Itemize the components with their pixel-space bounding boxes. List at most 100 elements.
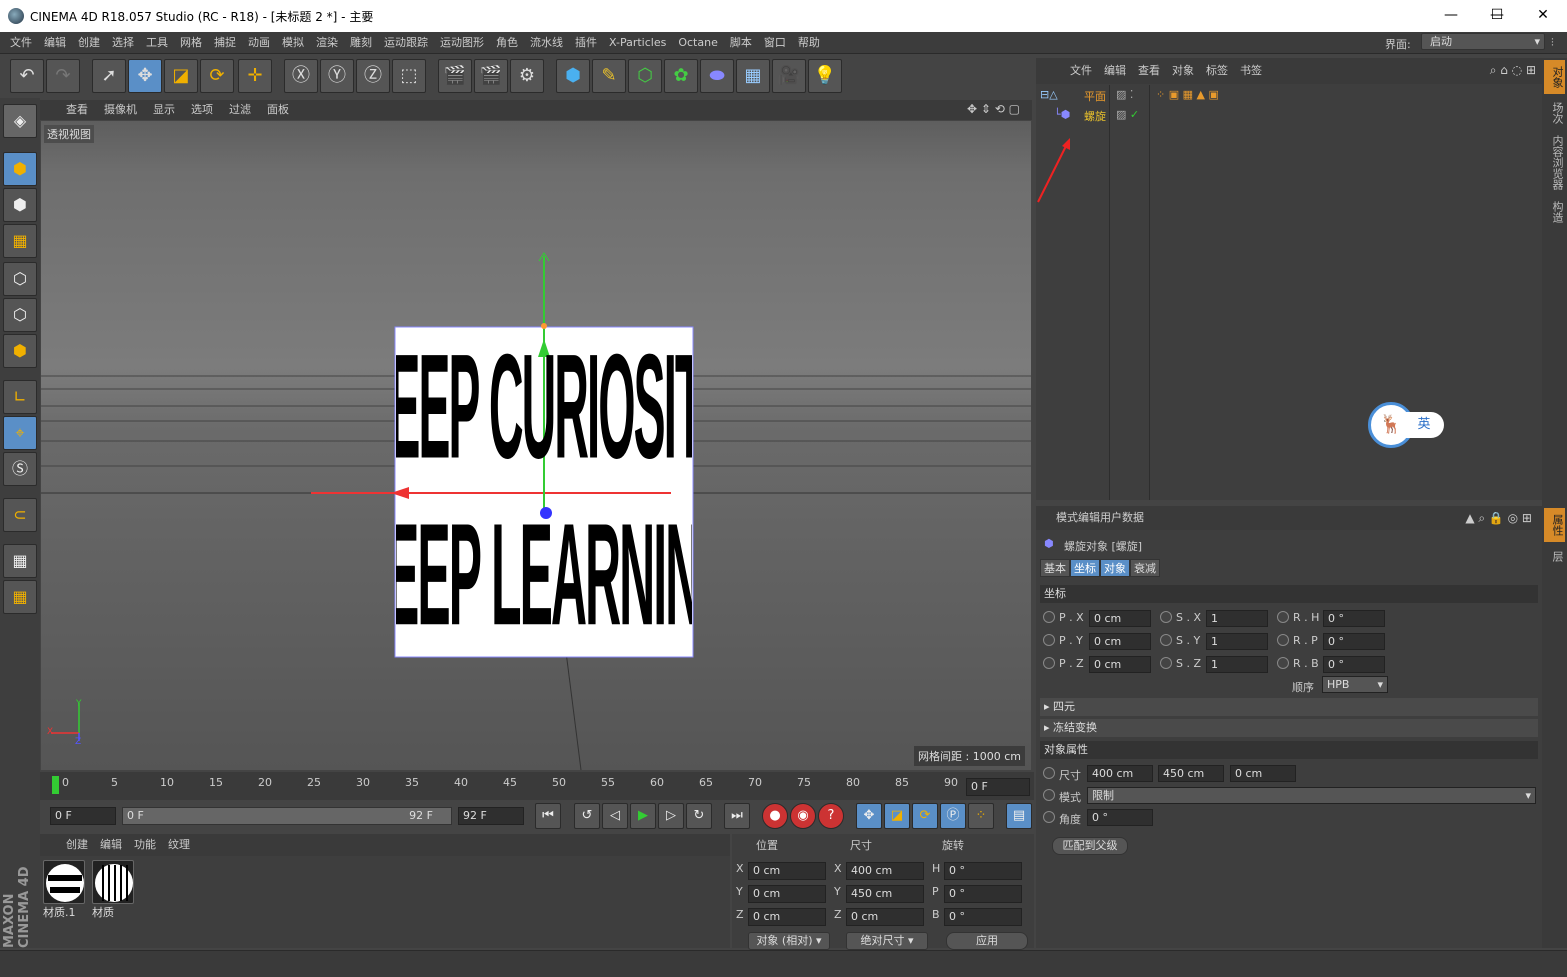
tab-coordinates[interactable]: 坐标 xyxy=(1070,559,1100,577)
tab-structure-vertical[interactable]: 构造 xyxy=(1544,196,1565,228)
r-field-0[interactable]: 0 ° xyxy=(1323,610,1385,627)
locked-workplane-icon[interactable]: ▦ xyxy=(3,544,37,578)
record-scale-icon[interactable]: ◪ xyxy=(884,803,910,829)
axis-mode-icon[interactable]: ∟ xyxy=(3,380,37,414)
z-axis-lock-icon[interactable]: Ⓩ xyxy=(356,59,390,93)
pos-field-0[interactable]: 0 cm xyxy=(748,862,826,880)
camera-icon[interactable]: 🎥 xyxy=(772,59,806,93)
scale-tool-icon[interactable]: ◪ xyxy=(164,59,198,93)
menu-item-16[interactable]: X-Particles xyxy=(603,32,672,54)
attribute-menu-item-1[interactable]: 编辑 xyxy=(1078,511,1100,524)
tab-basic[interactable]: 基本 xyxy=(1040,559,1070,577)
object-row-plane[interactable]: ⊟△ 平面 ▨ ⁚ ⁘ ▣ ▦ ▲ ▣ xyxy=(1040,88,1540,106)
tab-attributes-vertical[interactable]: 属性 xyxy=(1544,508,1565,542)
material-slot-2[interactable]: 材质 xyxy=(92,860,134,920)
tab-objects-vertical[interactable]: 对象 xyxy=(1544,60,1565,94)
s-field-1[interactable]: 1 xyxy=(1206,633,1268,650)
auto-keying-icon[interactable]: ◉ xyxy=(790,803,816,829)
object-menu-item-2[interactable]: 查看 xyxy=(1132,58,1166,84)
p-field-2[interactable]: 0 cm xyxy=(1089,656,1151,673)
start-frame-field[interactable]: 0 F xyxy=(50,807,116,825)
pos-field-1[interactable]: 0 cm xyxy=(748,885,826,903)
object-menu-item-3[interactable]: 对象 xyxy=(1166,58,1200,84)
s-radio-2[interactable] xyxy=(1160,657,1172,669)
attribute-menu-item-2[interactable]: 用户数据 xyxy=(1100,511,1144,524)
r-radio-2[interactable] xyxy=(1277,657,1289,669)
size-field-1[interactable]: 450 cm xyxy=(846,885,924,903)
record-point-level-icon[interactable]: ⁘ xyxy=(968,803,994,829)
attribute-tool-icons[interactable]: ▲ ⌕ 🔒 ◎ ⊞ xyxy=(1465,511,1532,526)
object-row-helix[interactable]: └⬢ 螺旋 ▨ ✓ xyxy=(1040,108,1540,126)
tab-content-browser-vertical[interactable]: 内容浏览器 xyxy=(1544,132,1565,192)
p-radio-0[interactable] xyxy=(1043,611,1055,623)
object-menu-item-5[interactable]: 书签 xyxy=(1234,58,1268,84)
menu-item-11[interactable]: 运动跟踪 xyxy=(378,32,434,54)
menu-item-14[interactable]: 流水线 xyxy=(524,32,569,54)
x-axis-lock-icon[interactable]: Ⓧ xyxy=(284,59,318,93)
menu-item-0[interactable]: 文件 xyxy=(4,32,38,54)
freeze-transform-section[interactable]: ▸ 冻结变换 xyxy=(1040,719,1538,737)
fit-to-parent-button[interactable]: 匹配到父级 xyxy=(1052,837,1128,855)
p-radio-2[interactable] xyxy=(1043,657,1055,669)
order-select[interactable]: HPB ▾ xyxy=(1322,676,1388,693)
viewport-nav-icons[interactable]: ✥ ⇕ ⟲ ▢ xyxy=(967,102,1020,116)
s-radio-1[interactable] xyxy=(1160,634,1172,646)
rot-field-1[interactable]: 0 ° xyxy=(944,885,1022,903)
make-editable-icon[interactable]: ◈ xyxy=(3,104,37,138)
material-menu-item-1[interactable]: 编辑 xyxy=(94,834,128,856)
size-field-2[interactable]: 0 cm xyxy=(846,908,924,926)
render-settings-icon[interactable]: ⚙ xyxy=(510,59,544,93)
r-radio-1[interactable] xyxy=(1277,634,1289,646)
menu-item-18[interactable]: 脚本 xyxy=(724,32,758,54)
timeline-film-icon[interactable]: ▤ xyxy=(1006,803,1032,829)
record-rotation-icon[interactable]: ⟳ xyxy=(912,803,938,829)
size-y-field[interactable]: 450 cm xyxy=(1158,765,1224,782)
polygons-mode-icon[interactable]: ⬢ xyxy=(3,334,37,368)
object-menu-item-0[interactable]: 文件 xyxy=(1064,58,1098,84)
subdivision-surface-icon[interactable]: ⬡ xyxy=(628,59,662,93)
model-mode-icon[interactable]: ⬢ xyxy=(3,152,37,186)
menu-item-7[interactable]: 动画 xyxy=(242,32,276,54)
viewport-menu-item-5[interactable]: 面板 xyxy=(259,100,297,120)
menu-item-2[interactable]: 创建 xyxy=(72,32,106,54)
s-field-0[interactable]: 1 xyxy=(1206,610,1268,627)
minimize-btn[interactable]: — xyxy=(1428,0,1474,32)
select-arrow-icon[interactable]: ➚ xyxy=(92,59,126,93)
visibility-toggle-icon[interactable]: ▨ ⁚ xyxy=(1116,88,1133,101)
menu-item-9[interactable]: 渲染 xyxy=(310,32,344,54)
ime-indicator[interactable]: 🦌 英 xyxy=(1368,402,1446,448)
record-keys-icon[interactable]: ● xyxy=(762,803,788,829)
r-field-1[interactable]: 0 ° xyxy=(1323,633,1385,650)
render-picture-viewer-icon[interactable]: 🎬 xyxy=(474,59,508,93)
texture-mode-icon[interactable]: ⬢ xyxy=(3,188,37,222)
menu-item-5[interactable]: 网格 xyxy=(174,32,208,54)
perspective-viewport[interactable]: KEEP CURIOSITY KEEP LEARNING 透视视图 网格间距 :… xyxy=(41,121,1031,770)
tab-takes-vertical[interactable]: 场次 xyxy=(1544,96,1565,130)
viewport-menu-item-1[interactable]: 摄像机 xyxy=(96,100,145,120)
record-position-icon[interactable]: ✥ xyxy=(856,803,882,829)
helix-visibility-toggle-icon[interactable]: ▨ ✓ xyxy=(1116,108,1139,121)
plane-tags-icons[interactable]: ⁘ ▣ ▦ ▲ ▣ xyxy=(1156,88,1219,101)
tab-falloff[interactable]: 衰减 xyxy=(1130,559,1160,577)
material-menu-item-3[interactable]: 纹理 xyxy=(162,834,196,856)
material-menu-item-0[interactable]: 创建 xyxy=(60,834,94,856)
maximize-button[interactable]: ☐ xyxy=(1474,0,1520,32)
menu-overflow-icon[interactable]: ⫶ xyxy=(1551,36,1554,50)
r-radio-0[interactable] xyxy=(1277,611,1289,623)
apply-button[interactable]: 应用 xyxy=(946,932,1028,950)
s-field-2[interactable]: 1 xyxy=(1206,656,1268,673)
points-mode-icon[interactable]: ⬡ xyxy=(3,262,37,296)
s-radio-0[interactable] xyxy=(1160,611,1172,623)
solo-mode-icon[interactable]: Ⓢ xyxy=(3,452,37,486)
viewport-menu-item-3[interactable]: 选项 xyxy=(183,100,221,120)
p-radio-1[interactable] xyxy=(1043,634,1055,646)
floor-scene-icon[interactable]: ▦ xyxy=(736,59,770,93)
mode-select[interactable]: 限制 ▾ xyxy=(1087,787,1536,804)
p-field-1[interactable]: 0 cm xyxy=(1089,633,1151,650)
menu-item-10[interactable]: 雕刻 xyxy=(344,32,378,54)
cloner-icon[interactable]: ✿ xyxy=(664,59,698,93)
add-tool-icon[interactable]: ✛ xyxy=(238,59,272,93)
menu-item-13[interactable]: 角色 xyxy=(490,32,524,54)
tweak-mode-icon[interactable]: ⌖ xyxy=(3,416,37,450)
undo-icon[interactable]: ↶ xyxy=(10,59,44,93)
